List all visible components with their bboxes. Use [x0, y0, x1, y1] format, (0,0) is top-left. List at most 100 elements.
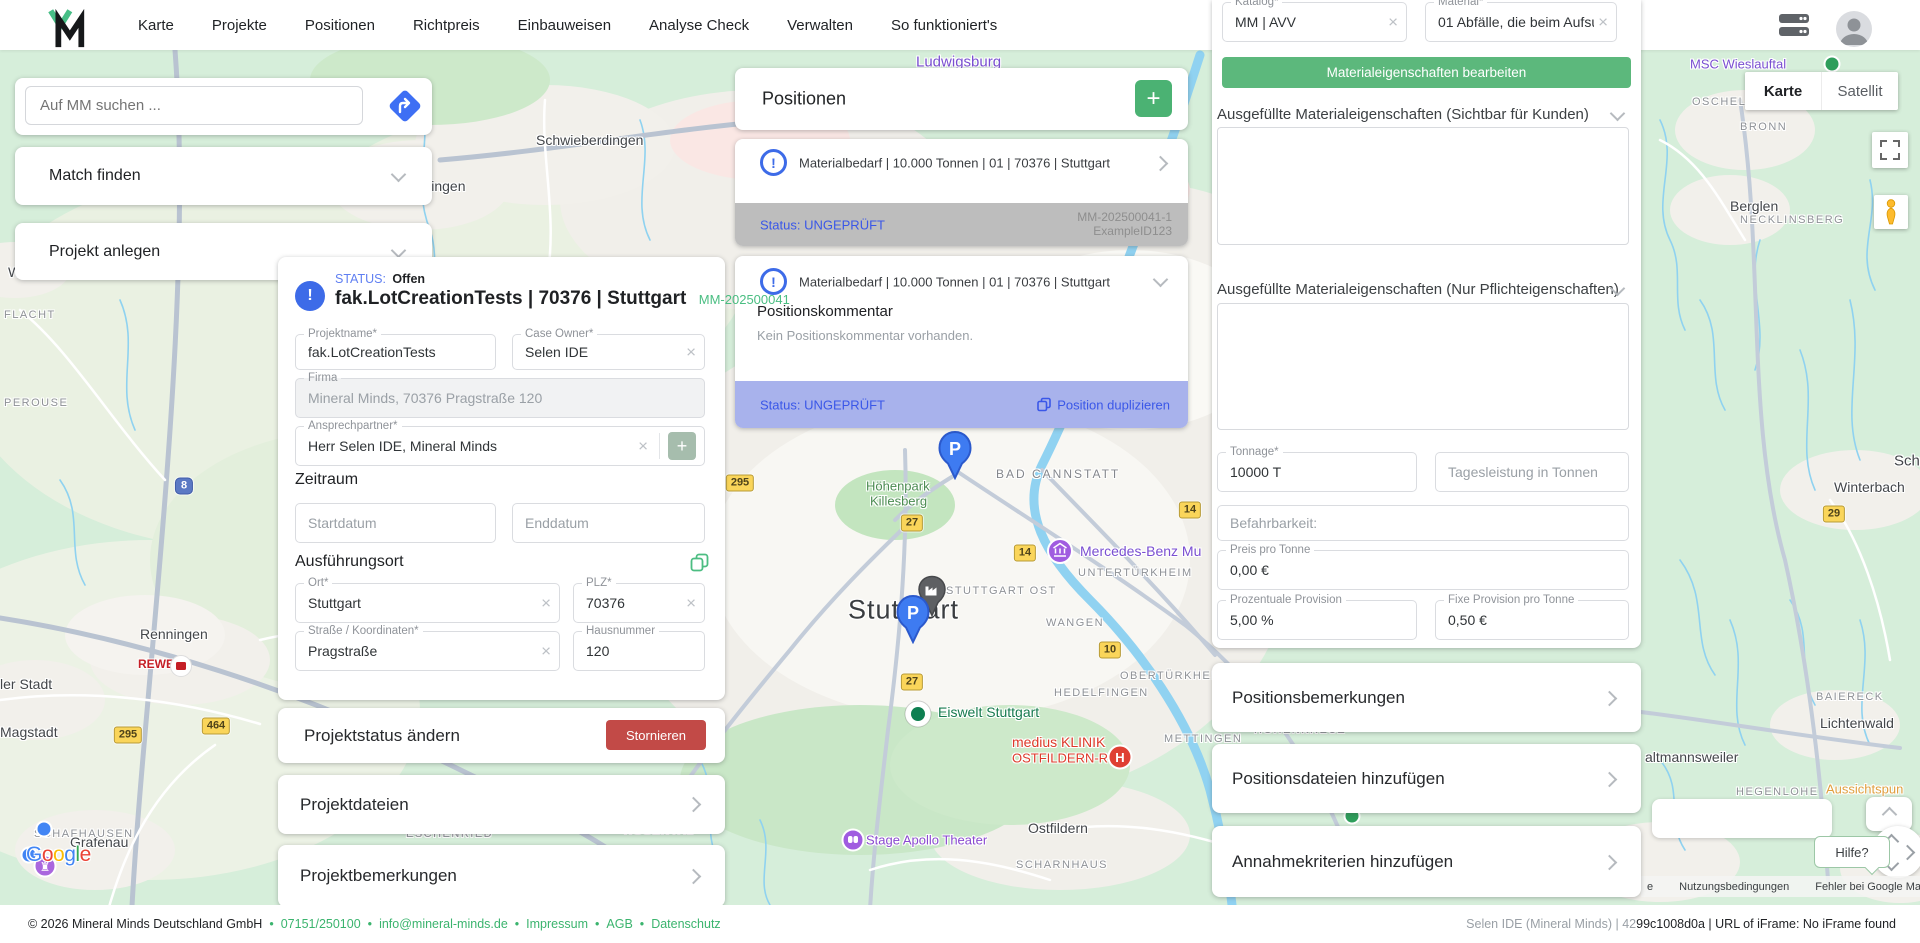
chevron-down-icon[interactable] [390, 166, 407, 183]
avatar[interactable] [1836, 11, 1872, 47]
material-field[interactable]: Material* 01 Abfälle, die beim Aufsuc...… [1425, 0, 1617, 42]
clear-icon[interactable]: × [686, 595, 696, 612]
chevron-right-icon[interactable] [1601, 690, 1618, 707]
hospital-marker[interactable]: H [1107, 744, 1133, 775]
map-type-satellit[interactable]: Satellit [1821, 72, 1898, 110]
map-pin[interactable]: P [894, 594, 932, 649]
chevron-down-icon[interactable] [390, 242, 407, 259]
museum-marker[interactable] [1046, 537, 1074, 570]
search-input[interactable] [25, 86, 363, 125]
map-label: BAIERECK [1816, 691, 1884, 703]
nav-item-so-funktioniert-s[interactable]: So funktioniert's [891, 17, 997, 34]
nav-item-analyse-check[interactable]: Analyse Check [649, 17, 749, 34]
case-owner-field[interactable]: Case Owner* Selen IDE × [512, 328, 705, 370]
hausnummer-field[interactable]: Hausnummer 120 [573, 625, 705, 671]
visible-properties-textarea[interactable] [1217, 127, 1629, 245]
map-label: Stage Apollo Theater [866, 832, 988, 848]
positionsdateien-card[interactable]: Positionsdateien hinzufügen [1212, 744, 1641, 813]
poi-blue-small[interactable] [35, 820, 53, 843]
accounts-button[interactable] [1776, 11, 1812, 44]
katalog-field[interactable]: Katalog* MM | AVV × [1222, 0, 1407, 42]
map-pin[interactable]: P [936, 430, 974, 485]
fixe-provision-field[interactable]: Fixe Provision pro Tonne 0,50 € [1435, 594, 1629, 640]
preis-field[interactable]: Preis pro Tonne 0,00 € [1217, 544, 1629, 590]
theater-marker[interactable] [841, 828, 865, 857]
tagesleistung-field[interactable]: Tagesleistung in Tonnen [1435, 452, 1629, 492]
clear-icon[interactable]: × [541, 643, 551, 660]
footer-link[interactable]: Datenschutz [651, 917, 720, 931]
materialeigenschaften-button[interactable]: Materialeigenschaften bearbeiten [1222, 57, 1631, 88]
footer-link[interactable]: info@mineral-minds.de [379, 917, 508, 931]
directions-button[interactable] [386, 87, 424, 125]
map-label: FLACHT [4, 309, 56, 321]
chevron-right-icon[interactable] [685, 796, 702, 813]
chevron-right-icon[interactable] [685, 868, 702, 885]
footer-left: © 2026 Mineral Minds Deutschland GmbH • 0… [28, 905, 721, 943]
brand-logo[interactable] [46, 5, 86, 49]
clear-icon[interactable]: × [686, 344, 696, 361]
road-shield: 10 [1098, 641, 1122, 659]
position-item-2[interactable]: ! Materialbedarf | 10.000 Tonnen | 01 | … [735, 256, 1188, 428]
add-position-button[interactable]: + [1135, 80, 1172, 117]
nav-item-karte[interactable]: Karte [138, 17, 174, 34]
projektname-field[interactable]: Projektname* fak.LotCreationTests [295, 328, 496, 370]
clear-icon[interactable]: × [638, 438, 648, 455]
required-properties-textarea[interactable] [1217, 303, 1629, 430]
map-type-karte[interactable]: Karte [1745, 72, 1821, 110]
nav-item-positionen[interactable]: Positionen [305, 17, 375, 34]
map-label: BRONN [1740, 121, 1788, 133]
duplicate-position-button[interactable]: Position duplizieren [1037, 397, 1170, 412]
pegman-button[interactable] [1874, 195, 1908, 229]
map-attribution: e Nutzungsbedingungen Fehler bei Google … [1641, 876, 1920, 897]
chevron-right-icon[interactable] [1601, 771, 1618, 788]
positionsbemerkungen-card[interactable]: Positionsbemerkungen [1212, 663, 1641, 732]
clear-icon[interactable]: × [541, 595, 551, 612]
fullscreen-icon [1880, 140, 1900, 160]
poi-green-dot[interactable] [903, 699, 933, 734]
position-item-1[interactable]: ! Materialbedarf | 10.000 Tonnen | 01 | … [735, 139, 1188, 246]
clear-icon[interactable]: × [1598, 14, 1608, 31]
prozentuale-provision-field[interactable]: Prozentuale Provision 5,00 % [1217, 594, 1417, 640]
map-type-toggle: Karte Satellit [1745, 72, 1898, 110]
stornieren-button[interactable]: Stornieren [606, 720, 706, 750]
befahrbarkeit-field[interactable]: Befahrbarkeit: [1217, 505, 1629, 541]
position-footer-gray: Status: UNGEPRÜFT MM-202500041-1 Example… [735, 203, 1188, 246]
footer-link[interactable]: 07151/250100 [281, 917, 361, 931]
ausfuehrungsort-heading: Ausführungsort [295, 553, 404, 570]
startdatum-field[interactable]: Startdatum [295, 503, 496, 543]
chevron-down-icon[interactable] [1609, 105, 1626, 122]
map-label: MSC Wieslauftal [1690, 56, 1787, 72]
nav-item-projekte[interactable]: Projekte [212, 17, 267, 34]
terms-link[interactable]: Nutzungsbedingungen [1679, 881, 1789, 893]
footer-link[interactable]: AGB [606, 917, 632, 931]
fullscreen-button[interactable] [1872, 132, 1908, 168]
chevron-right-icon[interactable] [1601, 854, 1618, 871]
session-info-muted: Selen IDE (Mineral Minds) | 42 [1466, 917, 1637, 931]
rewe-marker[interactable] [169, 654, 193, 683]
projektbemerkungen-card[interactable]: Projektbemerkungen [278, 845, 725, 907]
copy-location-icon[interactable] [690, 553, 709, 572]
clear-icon[interactable]: × [1388, 14, 1398, 31]
footer-link[interactable]: Impressum [526, 917, 588, 931]
tonnage-field[interactable]: Tonnage* 10000 T [1217, 446, 1417, 492]
pan-right-icon[interactable] [1899, 844, 1916, 861]
projektstatus-card: Projektstatus ändern Stornieren [278, 708, 725, 763]
add-contact-button[interactable]: + [668, 432, 696, 460]
nav-item-verwalten[interactable]: Verwalten [787, 17, 853, 34]
help-bubble[interactable]: Hilfe? [1814, 836, 1890, 868]
chevron-right-icon[interactable] [1152, 155, 1169, 172]
nav-item-einbauweisen[interactable]: Einbauweisen [518, 17, 611, 34]
ort-field[interactable]: Ort* Stuttgart × [295, 577, 560, 623]
match-finden-card[interactable]: Match finden [15, 147, 432, 205]
strasse-field[interactable]: Straße / Koordinaten* Pragstraße × [295, 625, 560, 671]
plz-field[interactable]: PLZ* 70376 × [573, 577, 705, 623]
collapse-button[interactable] [1866, 797, 1912, 831]
enddatum-field[interactable]: Enddatum [512, 503, 705, 543]
report-link[interactable]: Fehler bei Google Maps melden [1815, 881, 1920, 893]
annahmekriterien-card[interactable]: Annahmekriterien hinzufügen [1212, 826, 1641, 897]
chevron-down-icon[interactable] [1152, 271, 1169, 288]
projektdateien-card[interactable]: Projektdateien [278, 775, 725, 834]
ansprechpartner-field[interactable]: Ansprechpartner* Herr Selen IDE, Mineral… [295, 420, 705, 466]
nav-item-richtpreis[interactable]: Richtpreis [413, 17, 480, 34]
map-label: altmannsweiler [1645, 749, 1739, 765]
